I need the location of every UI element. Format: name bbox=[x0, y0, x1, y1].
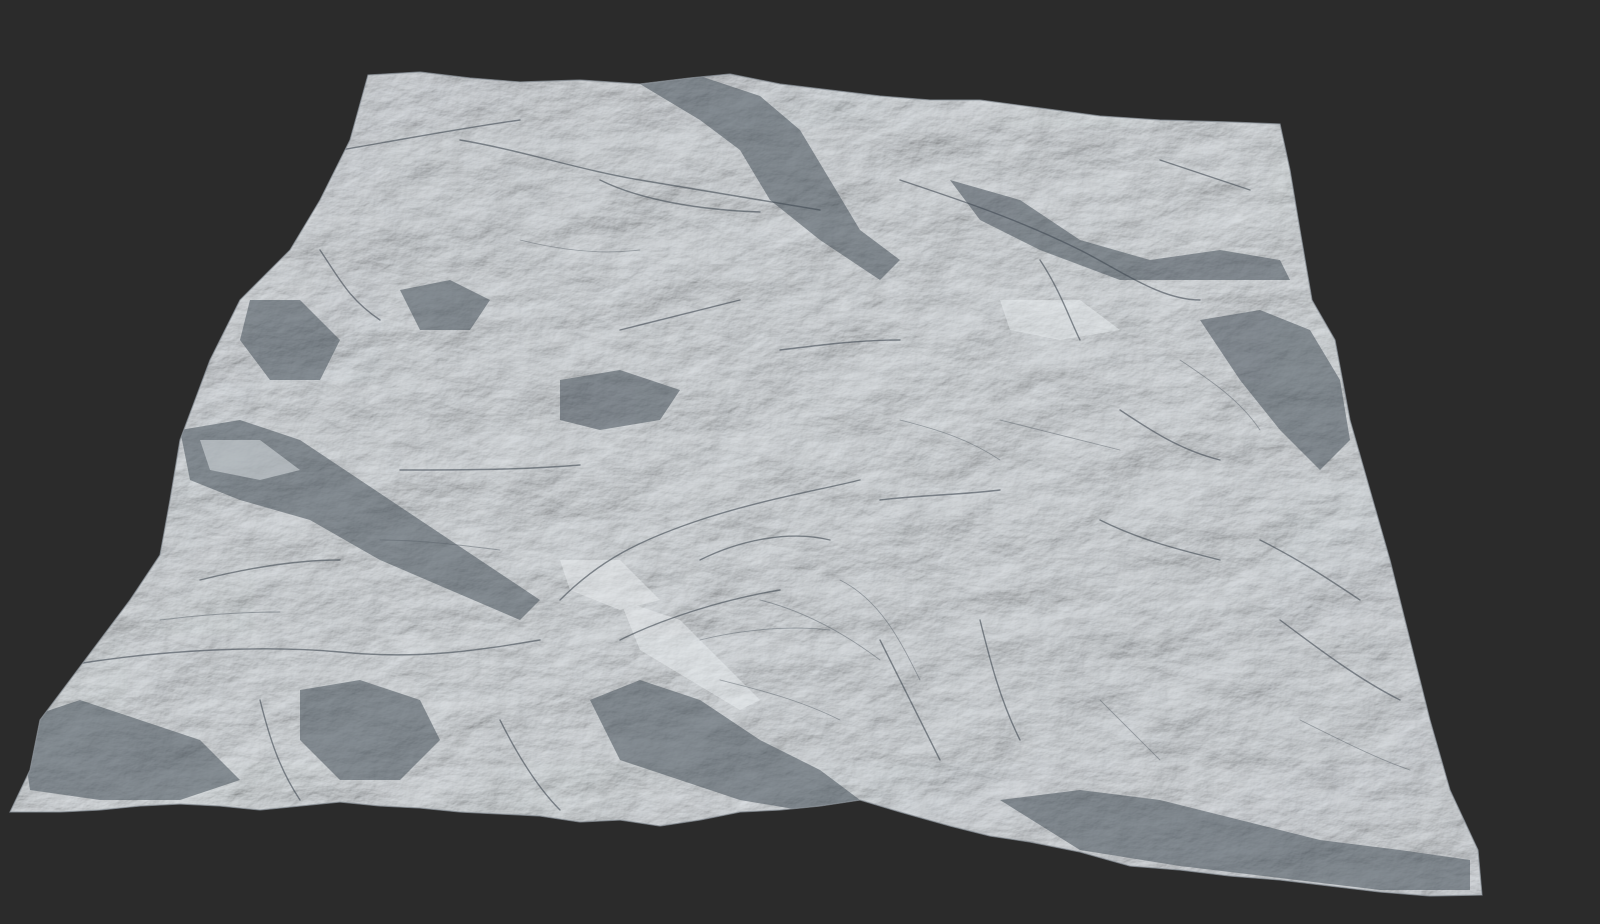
viewport[interactable] bbox=[0, 0, 1600, 924]
terrain-surface bbox=[10, 72, 1482, 896]
terrain-mesh[interactable] bbox=[0, 0, 1600, 924]
